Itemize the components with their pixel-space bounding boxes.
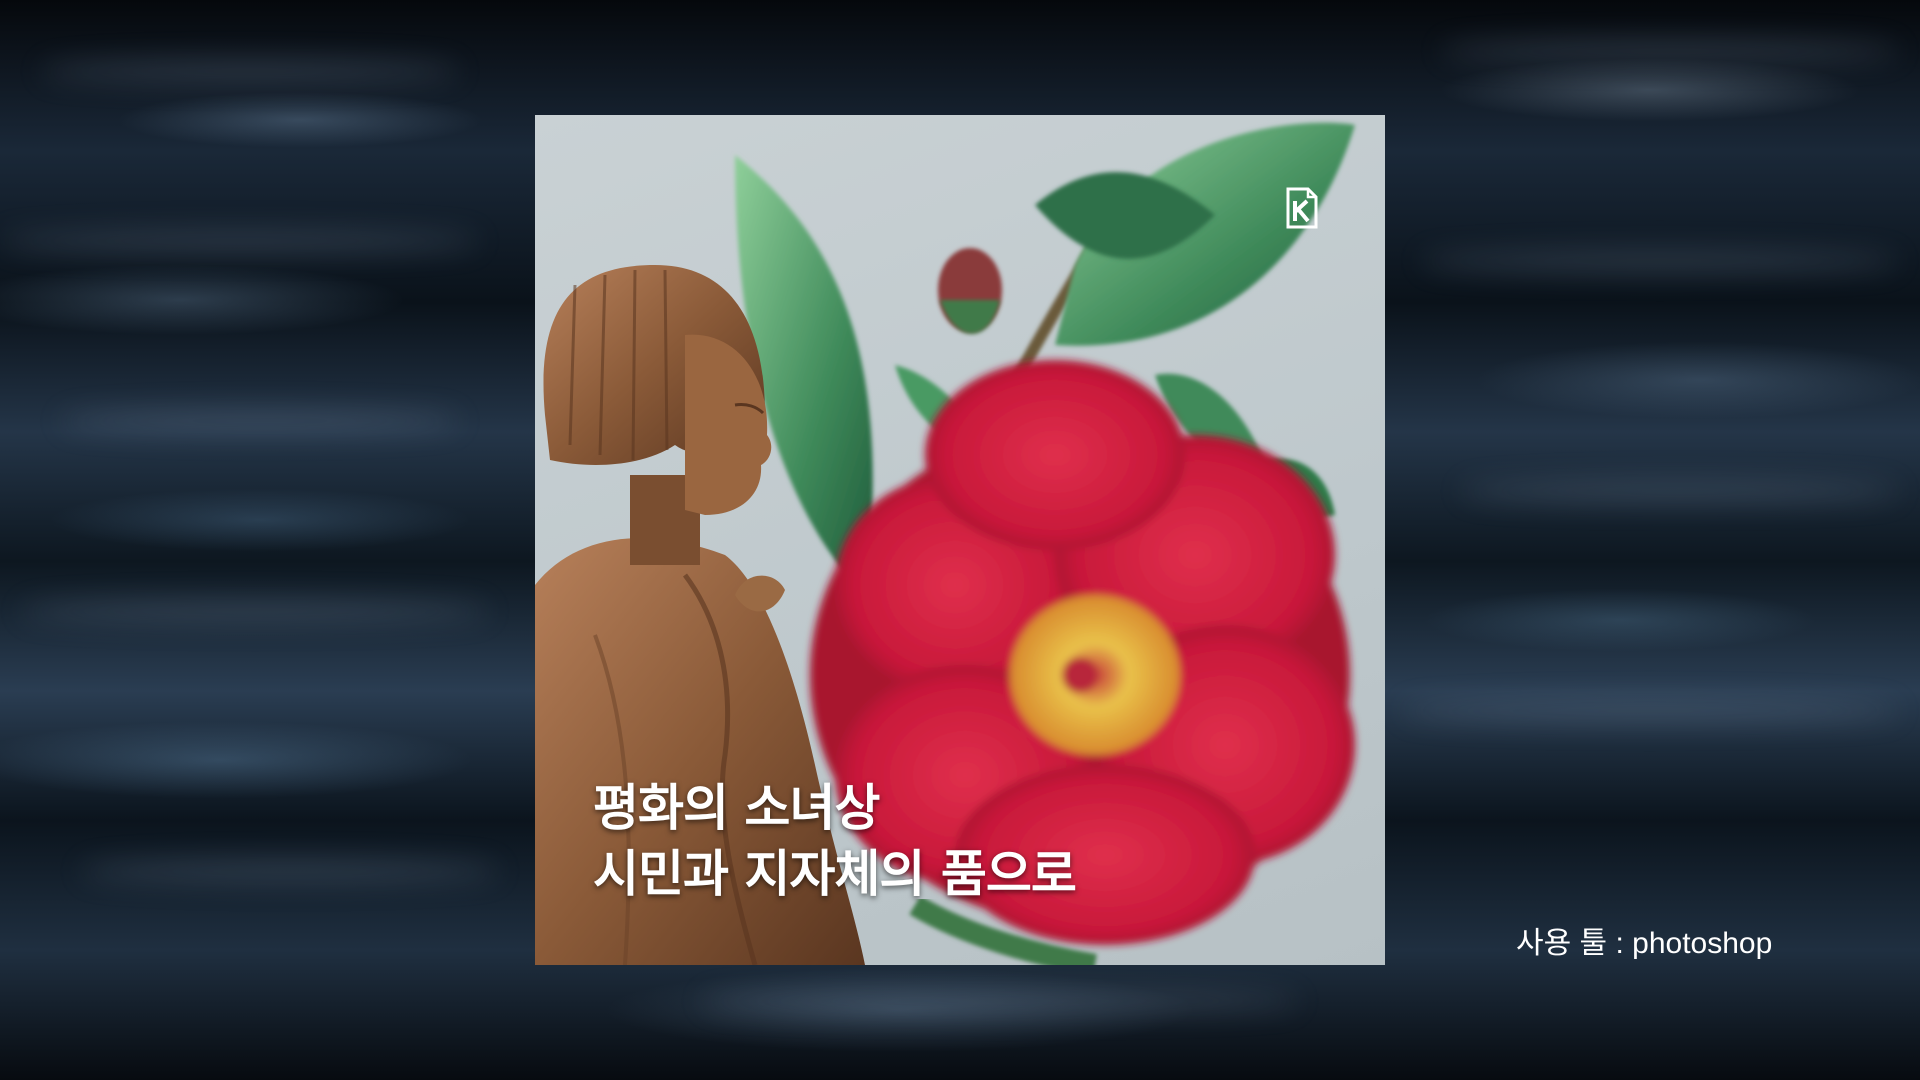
headline-line-1: 평화의 소녀상 bbox=[593, 779, 880, 837]
bg-streak bbox=[1440, 40, 1900, 62]
background-stage: 평화의 소녀상 시민과 지자체의 품으로 사용 툴 : photoshop bbox=[0, 0, 1920, 1080]
bg-streak bbox=[700, 990, 1300, 1012]
k-logo-icon bbox=[1286, 187, 1318, 229]
bg-streak bbox=[1400, 700, 1900, 722]
bg-streak bbox=[0, 230, 480, 252]
poster-headline: 평화의 소녀상 시민과 지자체의 품으로 bbox=[593, 775, 1077, 907]
bg-streak bbox=[20, 600, 490, 622]
bg-streak bbox=[1420, 250, 1900, 272]
headline-line-2: 시민과 지자체의 품으로 bbox=[593, 845, 1077, 903]
bg-streak bbox=[1460, 480, 1900, 502]
bg-streak bbox=[60, 410, 460, 432]
bg-streak bbox=[80, 860, 500, 882]
bg-streak bbox=[40, 60, 460, 82]
poster-image: 평화의 소녀상 시민과 지자체의 품으로 bbox=[535, 115, 1385, 965]
tool-caption: 사용 툴 : photoshop bbox=[1516, 927, 1773, 960]
